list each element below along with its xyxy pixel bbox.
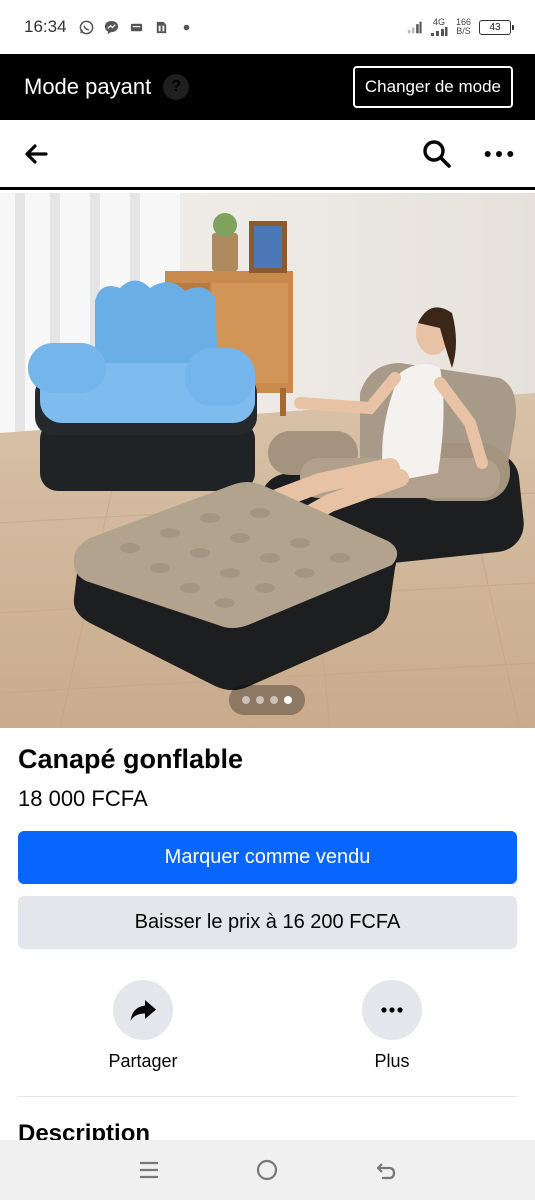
divider	[18, 1096, 517, 1097]
share-label: Partager	[108, 1051, 178, 1071]
whatsapp-icon	[79, 20, 94, 35]
change-mode-button[interactable]: Changer de mode	[352, 66, 513, 108]
lower-price-button[interactable]: Baisser le prix à 16 200 FCFA	[18, 896, 517, 949]
listing-price: 18 000 FCFA	[18, 786, 148, 811]
carousel-indicator[interactable]	[229, 685, 305, 715]
carousel-dot-active[interactable]	[284, 696, 292, 704]
carousel-dot[interactable]	[242, 696, 250, 704]
product-photo[interactable]	[0, 193, 535, 728]
product-image	[0, 193, 535, 728]
signal-icon	[407, 20, 422, 35]
mode-bar: Mode payant ? Changer de mode	[0, 54, 535, 120]
network-type: 4G	[430, 18, 448, 36]
share-button[interactable]	[113, 980, 173, 1040]
status-left: 16:34	[24, 17, 194, 37]
network-label: 4G	[432, 17, 445, 27]
more-horizontal-icon	[381, 1007, 403, 1013]
sim-icon	[154, 20, 169, 35]
message-icon	[129, 20, 144, 35]
share-icon	[130, 1000, 156, 1021]
status-time: 16:34	[24, 17, 67, 36]
speed-unit: B/S	[456, 26, 471, 36]
back-icon[interactable]	[370, 1154, 402, 1186]
recents-icon[interactable]	[133, 1154, 165, 1186]
arrow-left-icon[interactable]	[20, 138, 52, 170]
nav-header	[0, 120, 535, 190]
carousel-dot[interactable]	[270, 696, 278, 704]
messenger-icon	[104, 20, 119, 35]
mode-title: Mode payant	[24, 74, 152, 99]
nav-right	[421, 138, 515, 170]
search-icon[interactable]	[421, 138, 453, 170]
listing-title: Canapé gonflable	[18, 744, 244, 774]
home-icon[interactable]	[251, 1154, 283, 1186]
dot-icon	[179, 20, 194, 35]
network-speed: 166 B/S	[456, 18, 471, 36]
status-bar: 16:34 4G 166 B/S 43	[0, 0, 535, 54]
help-icon[interactable]: ?	[163, 74, 190, 100]
more-horizontal-icon[interactable]	[483, 138, 515, 170]
more-label: Plus	[374, 1051, 410, 1071]
battery-level: 43	[489, 21, 501, 33]
status-right: 4G 166 B/S 43	[407, 18, 514, 36]
share-action[interactable]: Partager	[83, 980, 203, 1072]
battery-icon: 43	[479, 19, 514, 35]
mark-as-sold-button[interactable]: Marquer comme vendu	[18, 831, 517, 884]
system-nav-bar	[0, 1140, 535, 1200]
more-button[interactable]	[362, 980, 422, 1040]
carousel-dot[interactable]	[256, 696, 264, 704]
more-action[interactable]: Plus	[332, 980, 452, 1072]
